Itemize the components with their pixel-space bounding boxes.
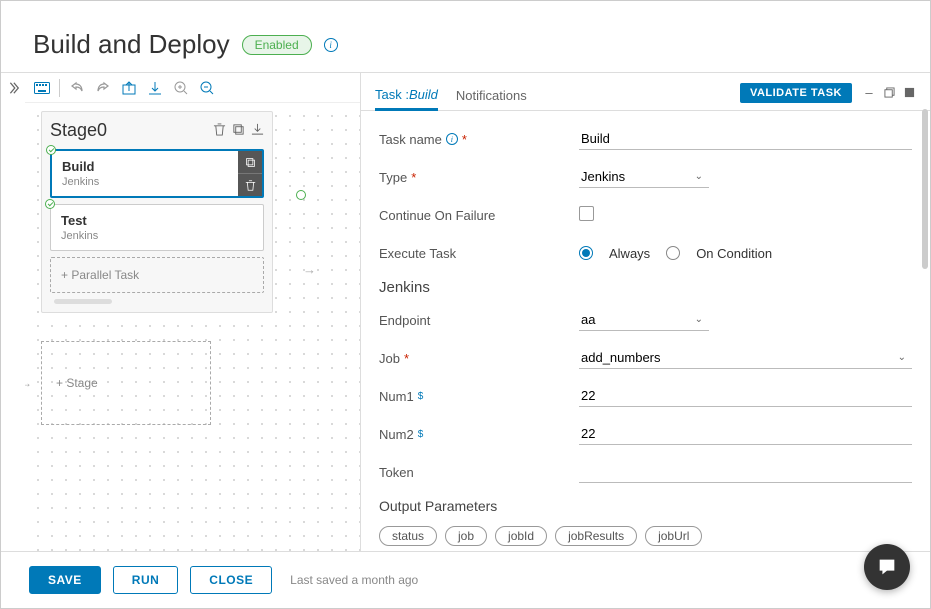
tab-task[interactable]: Task :Build — [375, 81, 438, 111]
maximize-panel-icon[interactable] — [902, 86, 916, 100]
panel-scrollbar[interactable] — [922, 109, 928, 269]
pipeline-canvas-area: Stage0 Build Jenkins — [25, 73, 361, 551]
task-card-build[interactable]: Build Jenkins — [50, 149, 264, 198]
add-parallel-task[interactable]: + Parallel Task — [50, 257, 264, 293]
num2-input[interactable] — [579, 423, 912, 445]
chip-jobresults[interactable]: jobResults — [555, 526, 637, 546]
task-card-subtitle: Jenkins — [62, 176, 252, 188]
task-card-subtitle: Jenkins — [61, 230, 253, 242]
canvas-toolbar — [25, 73, 360, 103]
type-label: Type — [379, 170, 407, 185]
delete-task-icon[interactable] — [238, 174, 262, 196]
job-select[interactable] — [579, 347, 912, 369]
task-card-title: Test — [61, 213, 253, 228]
expand-sidebar-handle[interactable] — [1, 73, 25, 551]
chip-joburl[interactable]: jobUrl — [645, 526, 702, 546]
delete-stage-icon[interactable] — [213, 123, 226, 139]
num1-input[interactable] — [579, 385, 912, 407]
pipeline-canvas[interactable]: Stage0 Build Jenkins — [25, 103, 360, 551]
restore-panel-icon[interactable] — [882, 86, 896, 100]
status-badge: Enabled — [242, 35, 312, 55]
task-card-title: Build — [62, 159, 252, 174]
token-label: Token — [379, 465, 414, 480]
task-name-label: Task name — [379, 132, 442, 147]
continue-on-failure-checkbox[interactable] — [579, 206, 594, 221]
detail-tabs: Task :Build Notifications VALIDATE TASK … — [361, 73, 930, 111]
task-status-check-icon — [45, 199, 55, 209]
redo-icon[interactable] — [92, 77, 114, 99]
footer: SAVE RUN CLOSE Last saved a month ago — [1, 551, 930, 608]
output-chips: status job jobId jobResults jobUrl — [379, 526, 912, 546]
job-label: Job — [379, 351, 400, 366]
stage-connector — [296, 190, 306, 200]
zoom-in-icon[interactable] — [170, 77, 192, 99]
output-params-heading: Output Parameters — [379, 498, 912, 514]
execute-condition-label: On Condition — [696, 246, 772, 261]
copy-task-icon[interactable] — [238, 151, 262, 174]
endpoint-select[interactable] — [579, 309, 709, 331]
task-name-input[interactable] — [579, 128, 912, 150]
chat-widget-button[interactable] — [864, 544, 910, 590]
close-button[interactable]: CLOSE — [190, 566, 272, 594]
save-button[interactable]: SAVE — [29, 566, 101, 594]
page-header: Build and Deploy Enabled i — [1, 1, 930, 72]
execute-label: Execute Task — [379, 246, 456, 261]
add-stage-placeholder[interactable]: → + Stage — [41, 341, 211, 425]
zoom-out-icon[interactable] — [196, 77, 218, 99]
detail-body: Task name i * Type * ⌄ Continue On Failu… — [361, 111, 930, 551]
last-saved-status: Last saved a month ago — [290, 573, 418, 587]
run-button[interactable]: RUN — [113, 566, 179, 594]
import-icon[interactable] — [144, 77, 166, 99]
token-input[interactable] — [579, 461, 912, 483]
chip-job[interactable]: job — [445, 526, 487, 546]
stage-title: Stage0 — [50, 120, 107, 141]
download-stage-icon[interactable] — [251, 123, 264, 139]
info-icon[interactable]: i — [324, 38, 338, 52]
jenkins-heading: Jenkins — [379, 279, 912, 296]
task-status-check-icon — [46, 145, 56, 155]
undo-icon[interactable] — [66, 77, 88, 99]
page-title: Build and Deploy — [33, 29, 230, 60]
keyboard-icon[interactable] — [31, 77, 53, 99]
endpoint-label: Endpoint — [379, 313, 430, 328]
export-icon[interactable] — [118, 77, 140, 99]
copy-stage-icon[interactable] — [232, 123, 245, 139]
num2-label: Num2 — [379, 427, 414, 442]
tab-notifications[interactable]: Notifications — [456, 82, 527, 109]
stage-box[interactable]: Stage0 Build Jenkins — [41, 111, 273, 313]
arrow-right-icon: → — [25, 376, 32, 390]
execute-always-radio[interactable] — [579, 246, 593, 260]
continue-label: Continue On Failure — [379, 208, 495, 223]
execute-always-label: Always — [609, 246, 650, 261]
validate-task-button[interactable]: VALIDATE TASK — [740, 83, 852, 103]
toolbar-separator — [59, 79, 60, 97]
type-select[interactable] — [579, 166, 709, 188]
arrow-right-icon: → — [303, 262, 316, 277]
minimize-panel-icon[interactable]: – — [862, 86, 876, 100]
chip-status[interactable]: status — [379, 526, 437, 546]
info-icon[interactable]: i — [446, 133, 458, 145]
num1-label: Num1 — [379, 389, 414, 404]
add-stage-label: + Stage — [56, 376, 98, 390]
chip-jobid[interactable]: jobId — [495, 526, 547, 546]
execute-condition-radio[interactable] — [666, 246, 680, 260]
stage-scrollbar[interactable] — [54, 299, 112, 304]
detail-panel: Task :Build Notifications VALIDATE TASK … — [361, 73, 930, 551]
task-card-test[interactable]: Test Jenkins — [50, 204, 264, 251]
